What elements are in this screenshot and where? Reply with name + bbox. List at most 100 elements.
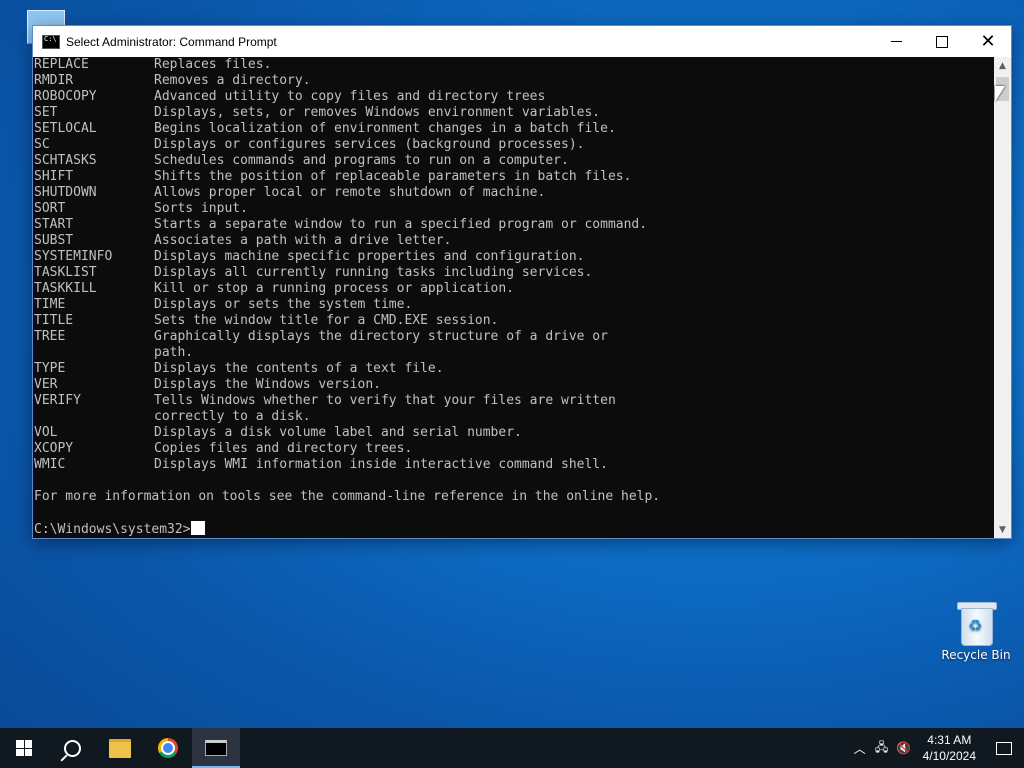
command-name: WMIC — [34, 457, 66, 472]
console-line: SUBST Associates a path with a drive lett… — [34, 233, 995, 249]
command-name: TASKKILL — [34, 281, 97, 296]
close-icon: ✕ — [980, 31, 996, 51]
command-description: Displays the contents of a text file. — [154, 361, 444, 376]
command-name: VERIFY — [34, 393, 81, 408]
maximize-button[interactable] — [919, 26, 965, 57]
console-line: VERIFY Tells Windows whether to verify th… — [34, 393, 995, 409]
close-button[interactable]: ✕ — [965, 26, 1011, 57]
command-prompt-icon — [42, 34, 60, 49]
clock-date: 4/10/2024 — [922, 749, 976, 763]
recycle-bin-label: Recycle Bin — [941, 648, 1011, 662]
console-line: SC Displays or configures services (backg… — [34, 137, 995, 153]
chevron-up-icon[interactable]: ︿ — [849, 728, 871, 768]
command-description: correctly to a disk. — [154, 409, 311, 424]
console-line: TIME Displays or sets the system time. — [34, 297, 995, 313]
command-prompt-line[interactable]: C:\Windows\system32> — [34, 521, 995, 537]
command-name: XCOPY — [34, 441, 74, 456]
command-description: Schedules commands and programs to run o… — [154, 153, 569, 168]
command-description: Displays, sets, or removes Windows envir… — [154, 105, 601, 120]
title-bar[interactable]: Select Administrator: Command Prompt ✕ — [33, 26, 1011, 57]
command-description: Graphically displays the directory struc… — [154, 329, 608, 344]
command-name: TITLE — [34, 313, 74, 328]
console-line: WMIC Displays WMI information inside inte… — [34, 457, 995, 473]
clock[interactable]: 4:31 AM 4/10/2024 — [915, 732, 984, 764]
console-line: START Starts a separate window to run a s… — [34, 217, 995, 233]
console-line: For more information on tools see the co… — [34, 489, 995, 505]
command-description: Displays machine specific properties and… — [154, 249, 585, 264]
command-description: Tells Windows whether to verify that you… — [154, 393, 616, 408]
command-description: Displays or sets the system time. — [154, 297, 413, 312]
scroll-down-arrow-icon[interactable]: ▼ — [994, 521, 1011, 538]
chrome-button[interactable] — [144, 728, 192, 768]
command-name: SETLOCAL — [34, 121, 97, 136]
search-button[interactable] — [48, 728, 96, 768]
command-name: RMDIR — [34, 73, 74, 88]
action-center-button[interactable] — [984, 728, 1024, 768]
search-icon — [63, 739, 81, 757]
clock-time: 4:31 AM — [927, 733, 972, 747]
command-description: Displays WMI information inside interact… — [154, 457, 608, 472]
console-output[interactable]: REPLACE Replaces files. RMDIR Removes a dir… — [33, 57, 995, 538]
command-prompt-taskbar-button[interactable] — [192, 728, 240, 768]
command-name: REPLACE — [34, 57, 89, 72]
command-name: SCHTASKS — [34, 153, 97, 168]
command-name: TASKLIST — [34, 265, 97, 280]
start-button[interactable] — [0, 728, 48, 768]
chrome-icon — [158, 738, 178, 758]
command-description: Displays all currently running tasks inc… — [154, 265, 593, 280]
console-line: TREE Graphically displays the directory s… — [34, 329, 995, 345]
file-explorer-button[interactable] — [96, 728, 144, 768]
command-description: Displays a disk volume label and serial … — [154, 425, 522, 440]
system-tray: ︿ 🖧 🔇 4:31 AM 4/10/2024 — [849, 728, 1024, 768]
notification-icon — [996, 741, 1012, 755]
command-description: For more information on tools see the co… — [34, 489, 661, 504]
vertical-scrollbar[interactable]: ▲ ▼ — [994, 57, 1011, 538]
command-name: ROBOCOPY — [34, 89, 97, 104]
command-description: Shifts the position of replaceable param… — [154, 169, 632, 184]
console-line: TASKKILL Kill or stop a running process o… — [34, 281, 995, 297]
console-line: VOL Displays a disk volume label and seri… — [34, 425, 995, 441]
command-description: Displays or configures services (backgro… — [154, 137, 585, 152]
console-line: SORT Sorts input. — [34, 201, 995, 217]
command-name: SHUTDOWN — [34, 185, 97, 200]
network-icon[interactable]: 🖧 — [871, 728, 893, 768]
console-line: VER Displays the Windows version. — [34, 377, 995, 393]
recycle-bin-desktop-icon[interactable]: ♻ Recycle Bin — [940, 600, 1012, 662]
console-line: SET Displays, sets, or removes Windows en… — [34, 105, 995, 121]
command-description: Kill or stop a running process or applic… — [154, 281, 515, 296]
command-name: SC — [34, 137, 50, 152]
console-line: SHIFT Shifts the position of replaceable … — [34, 169, 995, 185]
command-name: SHIFT — [34, 169, 74, 184]
command-name: VOL — [34, 425, 58, 440]
command-description: path. — [154, 345, 194, 360]
command-description: Starts a separate window to run a specif… — [154, 217, 648, 232]
console-line: TITLE Sets the window title for a CMD.EXE… — [34, 313, 995, 329]
window-title: Select Administrator: Command Prompt — [66, 34, 277, 49]
console-line: SHUTDOWN Allows proper local or remote sh… — [34, 185, 995, 201]
command-description: Associates a path with a drive letter. — [154, 233, 452, 248]
minimize-button[interactable] — [873, 26, 919, 57]
console-line: TASKLIST Displays all currently running t… — [34, 265, 995, 281]
command-name: SET — [34, 105, 58, 120]
minimize-icon — [890, 41, 902, 42]
command-name: SUBST — [34, 233, 74, 248]
text-cursor — [190, 521, 205, 535]
prompt-path: C:\Windows\system32> — [34, 522, 191, 537]
command-prompt-window[interactable]: Select Administrator: Command Prompt ✕ R… — [33, 26, 1011, 538]
command-name: TREE — [34, 329, 66, 344]
scroll-up-arrow-icon[interactable]: ▲ — [994, 57, 1011, 74]
console-line: XCOPY Copies files and directory trees. — [34, 441, 995, 457]
command-description: Advanced utility to copy files and direc… — [154, 89, 546, 104]
console-line: TYPE Displays the contents of a text file… — [34, 361, 995, 377]
command-name: START — [34, 217, 74, 232]
console-line: RMDIR Removes a directory. — [34, 73, 995, 89]
console-line: ROBOCOPY Advanced utility to copy files a… — [34, 89, 995, 105]
command-description: Displays the Windows version. — [154, 377, 381, 392]
console-line: SYSTEMINFO Displays machine specific prop… — [34, 249, 995, 265]
command-description: Sorts input. — [154, 201, 248, 216]
command-description: Copies files and directory trees. — [154, 441, 413, 456]
console-line: path. — [34, 345, 995, 361]
volume-muted-icon[interactable]: 🔇 — [893, 728, 915, 768]
